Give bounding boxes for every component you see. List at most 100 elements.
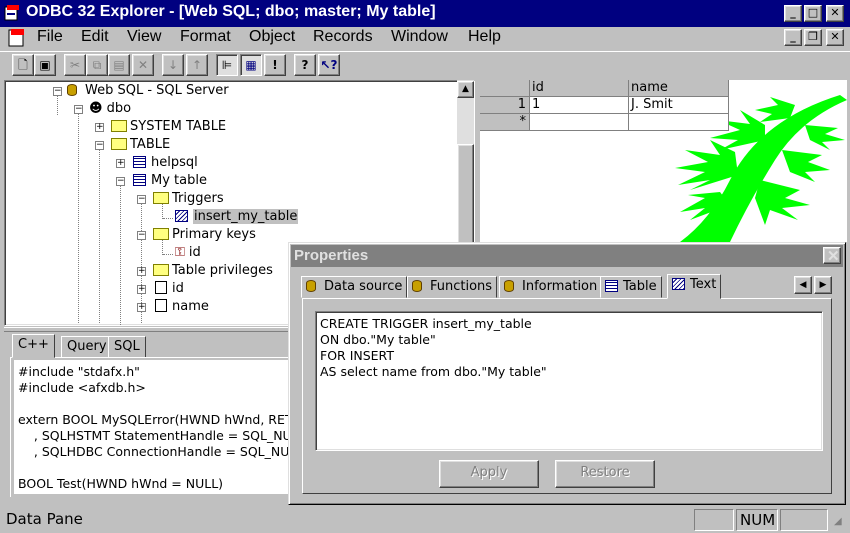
tab-functions[interactable]: Functions xyxy=(407,276,498,298)
code-editor[interactable]: #include "stdafx.h" #include <afxdb.h> e… xyxy=(14,360,290,494)
tree-line xyxy=(99,149,100,323)
tree-view-button[interactable]: ⊫ xyxy=(216,54,238,76)
tree-node-table[interactable]: TABLE xyxy=(111,136,170,154)
sort-descending-button[interactable]: ↑ xyxy=(186,54,208,76)
save-icon: ▣ xyxy=(39,58,51,72)
folder-icon xyxy=(153,263,169,276)
column-icon xyxy=(155,281,167,294)
tree-node-primary-keys[interactable]: Primary keys xyxy=(153,226,256,244)
key-icon: ⚿ xyxy=(175,245,185,260)
child-restore-button[interactable]: ❐ xyxy=(804,29,822,46)
data-grid-pane[interactable]: id name 1 1 J. Smit * xyxy=(480,80,847,242)
tab-table[interactable]: Table xyxy=(600,276,662,298)
menu-format[interactable]: Format xyxy=(180,28,231,46)
menu-object[interactable]: Object xyxy=(249,28,295,46)
tab-information[interactable]: Information xyxy=(499,276,603,298)
tree-label: name xyxy=(172,299,209,314)
paste-button[interactable]: ▤ xyxy=(108,54,130,76)
tree-node-my-table[interactable]: My table xyxy=(133,172,207,190)
collapse-toggle[interactable]: − xyxy=(137,231,146,240)
grid-cell[interactable]: 1 xyxy=(530,97,629,114)
tree-label: Web SQL - SQL Server xyxy=(85,83,229,98)
expand-toggle[interactable]: + xyxy=(137,267,146,276)
database-icon xyxy=(67,83,77,96)
trigger-text-area[interactable]: CREATE TRIGGER insert_my_table ON dbo."M… xyxy=(315,311,823,451)
folder-open-icon xyxy=(111,137,127,150)
properties-close-button[interactable]: ✕ xyxy=(823,247,841,264)
grid-row-header[interactable]: 1 xyxy=(480,97,530,114)
menu-edit[interactable]: Edit xyxy=(81,28,109,46)
tree-node-owner[interactable]: ☻ dbo xyxy=(89,100,131,118)
menu-help[interactable]: Help xyxy=(468,28,501,46)
collapse-toggle[interactable]: − xyxy=(53,87,62,96)
tree-node-triggers[interactable]: Triggers xyxy=(153,190,224,208)
window-title: ODBC 32 Explorer - [Web SQL; dbo; master… xyxy=(26,3,436,20)
tab-data-source[interactable]: Data source xyxy=(301,276,408,298)
properties-button[interactable]: ▦ xyxy=(240,54,262,76)
database-icon xyxy=(306,279,316,292)
close-button[interactable]: ✕ xyxy=(826,5,844,22)
tree-node-system-table[interactable]: SYSTEM TABLE xyxy=(111,118,226,136)
status-text: Data Pane xyxy=(6,510,83,528)
expand-toggle[interactable]: + xyxy=(95,123,104,132)
menu-records[interactable]: Records xyxy=(313,28,373,46)
tree-node-col-id[interactable]: id xyxy=(155,280,184,298)
collapse-toggle[interactable]: − xyxy=(95,141,104,150)
size-grip-icon[interactable]: ◢ xyxy=(834,516,842,527)
tree-node-trigger-item[interactable]: insert_my_table xyxy=(175,208,299,226)
tree-node-pk-id[interactable]: ⚿ id xyxy=(175,244,201,262)
expand-toggle[interactable]: + xyxy=(116,159,125,168)
menu-view[interactable]: View xyxy=(127,28,161,46)
cut-button[interactable]: ✂ xyxy=(64,54,86,76)
restore-button[interactable]: Restore xyxy=(555,460,655,488)
help-button[interactable]: ? xyxy=(294,54,316,76)
copy-button[interactable]: ⧉ xyxy=(86,54,108,76)
expand-toggle[interactable]: + xyxy=(137,285,146,294)
tab-scroll-right-button[interactable]: ▶ xyxy=(814,276,832,294)
vertical-splitter[interactable] xyxy=(476,80,479,246)
menu-window[interactable]: Window xyxy=(391,28,448,46)
tab-scroll-left-button[interactable]: ◀ xyxy=(794,276,812,294)
expand-toggle[interactable]: + xyxy=(137,303,146,312)
tab-text[interactable]: Text xyxy=(667,274,722,299)
title-bar[interactable]: ODBC 32 Explorer - [Web SQL; dbo; master… xyxy=(0,0,850,27)
save-button[interactable]: ▣ xyxy=(34,54,56,76)
menu-file[interactable]: File xyxy=(37,28,63,46)
scroll-up-button[interactable]: ▲ xyxy=(457,81,474,98)
child-minimize-button[interactable]: _ xyxy=(784,29,802,46)
tree-label: helpsql xyxy=(151,155,198,170)
sort-ascending-button[interactable]: ↓ xyxy=(162,54,184,76)
status-panel xyxy=(780,509,828,531)
exclamation-button[interactable]: ! xyxy=(264,54,286,76)
grid-row-header[interactable]: * xyxy=(480,114,530,131)
properties-title-bar[interactable]: Properties ✕ xyxy=(291,245,843,267)
tree-node-col-name[interactable]: name xyxy=(155,298,209,316)
tab-cpp[interactable]: C++ xyxy=(12,334,55,358)
collapse-toggle[interactable]: − xyxy=(116,177,125,186)
context-help-button[interactable]: ↖? xyxy=(318,54,340,76)
menu-bar: File Edit View Format Object Records Win… xyxy=(0,27,850,50)
grid-corner[interactable] xyxy=(480,80,530,97)
tree-node-table-privileges[interactable]: Table privileges xyxy=(153,262,273,280)
grid-cell[interactable] xyxy=(629,114,729,131)
minimize-button[interactable]: _ xyxy=(784,5,802,22)
grid-cell[interactable] xyxy=(530,114,629,131)
tab-label: Information xyxy=(522,279,598,294)
tree-node-server[interactable]: Web SQL - SQL Server xyxy=(67,82,229,100)
tab-query[interactable]: Query xyxy=(61,336,113,358)
tree-node-helpsql[interactable]: helpsql xyxy=(133,154,198,172)
delete-button[interactable]: ✕ xyxy=(132,54,154,76)
document-icon[interactable] xyxy=(7,28,27,48)
maximize-button[interactable]: □ xyxy=(804,5,822,22)
grid-column-header[interactable]: id xyxy=(530,80,629,97)
apply-button[interactable]: Apply xyxy=(439,460,539,488)
grid-column-header[interactable]: name xyxy=(629,80,729,97)
new-button[interactable]: 🗋 xyxy=(12,54,34,76)
collapse-toggle[interactable]: − xyxy=(137,195,146,204)
tab-sql[interactable]: SQL xyxy=(108,336,146,358)
collapse-toggle[interactable]: − xyxy=(74,105,83,114)
tree-label: id xyxy=(172,281,184,296)
grid-cell[interactable]: J. Smit xyxy=(629,97,729,114)
child-close-button[interactable]: ✕ xyxy=(826,29,844,46)
tree-line xyxy=(163,254,173,255)
